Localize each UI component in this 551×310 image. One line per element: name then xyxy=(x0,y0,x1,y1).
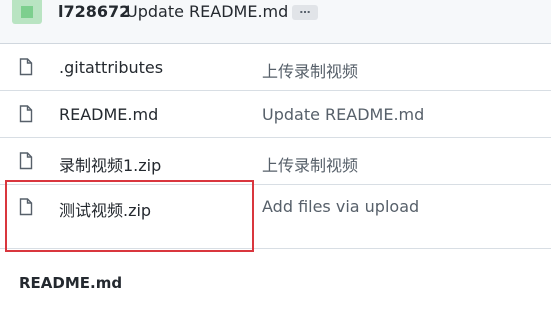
expand-commit-button[interactable]: … xyxy=(292,4,318,20)
commit-author[interactable]: l728672 xyxy=(58,2,130,21)
avatar[interactable] xyxy=(12,0,42,24)
file-icon xyxy=(19,198,33,216)
file-name-link[interactable]: 测试视频.zip xyxy=(59,197,151,221)
file-row-recording-zip[interactable]: 录制视频1.zip 上传录制视频 xyxy=(0,138,551,185)
file-row-gitattributes[interactable]: .gitattributes 上传录制视频 xyxy=(0,44,551,91)
file-icon xyxy=(19,152,33,170)
readme-title[interactable]: README.md xyxy=(19,274,122,292)
file-commit-message-link[interactable]: Update README.md xyxy=(262,105,424,124)
file-name-link[interactable]: .gitattributes xyxy=(59,58,163,77)
file-row-test-zip[interactable]: 测试视频.zip Add files via upload xyxy=(0,185,551,249)
file-icon xyxy=(19,58,33,76)
file-name-link[interactable]: 录制视频1.zip xyxy=(59,152,161,176)
file-name-link[interactable]: README.md xyxy=(59,105,158,124)
file-row-readme[interactable]: README.md Update README.md xyxy=(0,91,551,138)
file-commit-message-link[interactable]: 上传录制视频 xyxy=(262,58,358,82)
latest-commit-bar: l728672 Update README.md … xyxy=(0,0,551,44)
file-commit-message-link[interactable]: 上传录制视频 xyxy=(262,152,358,176)
file-icon xyxy=(19,105,33,123)
file-commit-message-link[interactable]: Add files via upload xyxy=(262,197,419,216)
commit-message-link[interactable]: Update README.md xyxy=(126,2,288,21)
